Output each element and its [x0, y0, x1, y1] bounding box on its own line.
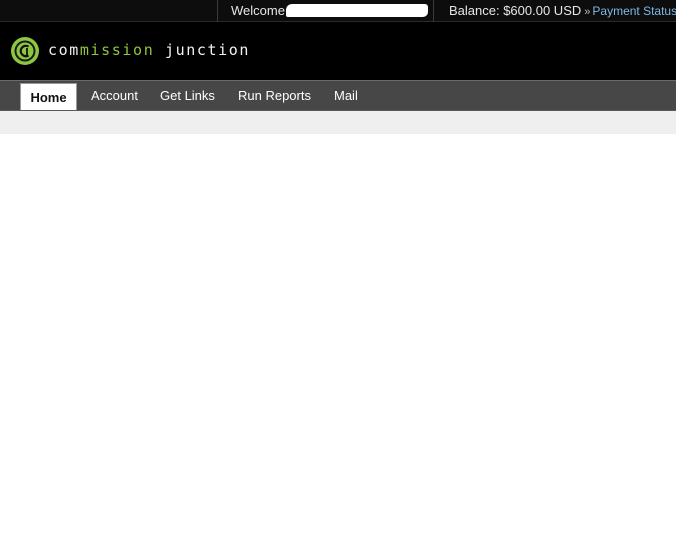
sub-navigation-bar: [0, 110, 676, 134]
tab-run-reports[interactable]: Run Reports: [238, 81, 311, 110]
balance-text: Balance: $600.00 USD: [449, 3, 582, 18]
redacted-username: [286, 4, 428, 17]
welcome-label: Welcome: [231, 3, 285, 18]
wordmark-part-mission: mission: [79, 41, 155, 59]
payment-status-link[interactable]: Payment Status: [592, 4, 676, 18]
tab-mail[interactable]: Mail: [334, 81, 358, 110]
tab-get-links[interactable]: Get Links: [160, 81, 215, 110]
wordmark-part-junction: junction: [154, 41, 251, 59]
main-content-area: [0, 134, 676, 535]
site-header: commission junction: [0, 22, 676, 80]
tab-home[interactable]: Home: [20, 83, 77, 111]
main-navigation: Home Account Get Links Run Reports Mail: [0, 80, 676, 111]
cj-logo-icon[interactable]: [10, 36, 40, 66]
tab-account[interactable]: Account: [91, 81, 138, 110]
welcome-cell: Welcome: [217, 0, 434, 22]
brand-wordmark[interactable]: commission junction: [48, 40, 250, 60]
balance-cell: Balance: $600.00 USD» Payment Status: [449, 0, 676, 22]
double-chevron-right-icon: »: [584, 6, 591, 18]
top-utility-bar: Welcome Balance: $600.00 USD» Payment Sta…: [0, 0, 676, 22]
wordmark-part-com: com: [48, 41, 80, 59]
